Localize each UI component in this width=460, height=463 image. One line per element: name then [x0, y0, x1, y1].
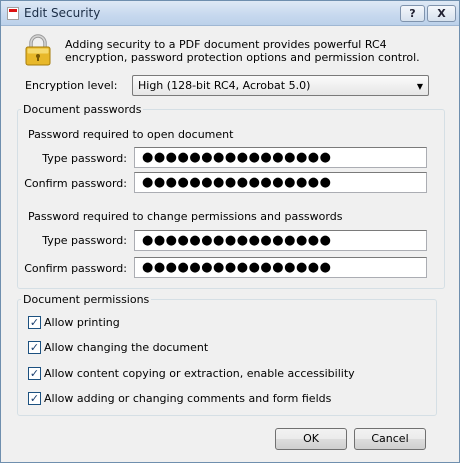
checkmark-icon: ✓ [29, 341, 40, 354]
ok-button[interactable]: OK [275, 428, 347, 450]
encryption-level-label: Encryption level: [25, 79, 118, 92]
checkbox[interactable]: ✓ [28, 392, 41, 405]
help-button[interactable]: ? [400, 5, 425, 22]
document-passwords-legend: Document passwords [21, 103, 144, 116]
checkbox-label[interactable]: Allow content copying or extraction, ena… [44, 367, 355, 380]
perm-confirm-password-label: Confirm password: [24, 262, 127, 275]
window-title: Edit Security [24, 6, 101, 20]
title-bar[interactable]: Edit Security ? X [1, 1, 459, 26]
padlock-icon [25, 34, 51, 66]
checkmark-icon: ✓ [29, 392, 40, 405]
encryption-level-value: High (128-bit RC4, Acrobat 5.0) [138, 79, 311, 92]
checkmark-icon: ✓ [29, 316, 40, 329]
perm-confirm-password-input[interactable]: ●●●●●●●●●●●●●●●● [134, 257, 427, 278]
document-permissions-legend: Document permissions [21, 293, 152, 306]
checkbox[interactable]: ✓ [28, 341, 41, 354]
checkbox-label[interactable]: Allow changing the document [44, 341, 208, 354]
open-type-password-input[interactable]: ●●●●●●●●●●●●●●●● [134, 147, 427, 168]
pdf-document-icon [7, 7, 19, 20]
checkmark-icon: ✓ [29, 367, 40, 380]
open-confirm-password-label: Confirm password: [24, 177, 127, 190]
checkbox-label[interactable]: Allow adding or changing comments and fo… [44, 392, 331, 405]
cancel-button[interactable]: Cancel [354, 428, 426, 450]
encryption-level-select[interactable]: High (128-bit RC4, Acrobat 5.0) ▼ [132, 75, 429, 96]
intro-description: Adding security to a PDF document provid… [65, 38, 420, 64]
open-confirm-password-input[interactable]: ●●●●●●●●●●●●●●●● [134, 172, 427, 193]
checkbox-label[interactable]: Allow printing [44, 316, 120, 329]
perm-type-password-label: Type password: [42, 234, 127, 247]
edit-security-dialog: Edit Security ? X Adding security to a P… [0, 0, 460, 463]
perm-type-password-input[interactable]: ●●●●●●●●●●●●●●●● [134, 230, 427, 251]
permissions-password-heading: Password required to change permissions … [28, 210, 343, 223]
open-password-heading: Password required to open document [28, 128, 234, 141]
checkbox[interactable]: ✓ [28, 316, 41, 329]
close-button[interactable]: X [427, 5, 456, 22]
open-type-password-label: Type password: [42, 152, 127, 165]
chevron-down-icon: ▼ [416, 82, 423, 91]
checkbox[interactable]: ✓ [28, 367, 41, 380]
